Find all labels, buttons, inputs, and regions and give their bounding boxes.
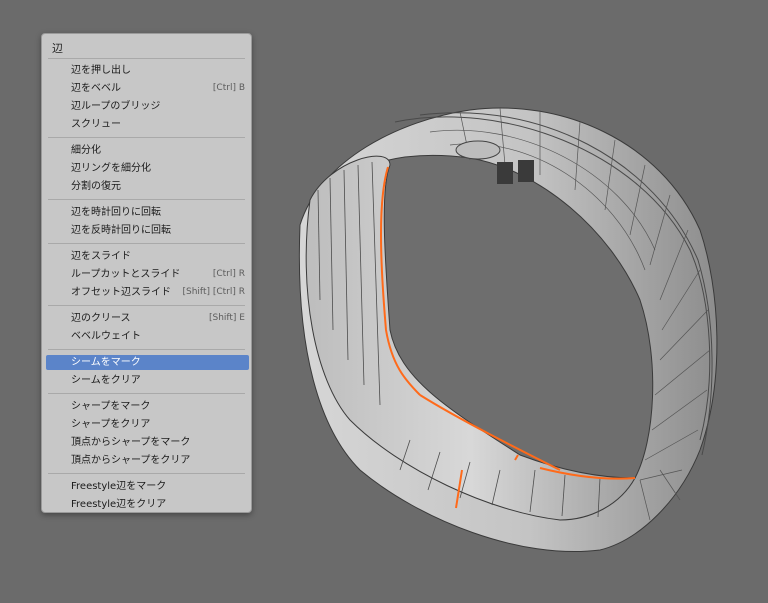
menu-item-label: 辺ループのブリッジ [71,101,161,112]
menu-separator [48,58,245,59]
menu-item-label: シームをクリア [71,375,141,386]
menu-item[interactable]: 辺を反時計回りに回転 [46,223,249,238]
menu-item[interactable]: スクリュー [46,117,249,132]
menu-item[interactable]: シャープをマーク [46,399,249,414]
menu-separator [48,243,245,244]
menu-item[interactable]: 細分化 [46,143,249,158]
menu-item[interactable]: 辺のクリース [Shift] E [46,311,249,326]
menu-item-label: 辺を反時計回りに回転 [71,225,171,236]
menu-item-shortcut: [Shift] [Ctrl] R [182,287,246,297]
menu-item-label: 辺を時計回りに回転 [71,207,161,218]
menu-item-label: オフセット辺スライド [71,287,171,298]
menu-item[interactable]: Freestyle辺をクリア [46,497,249,512]
menu-item-label: 辺のクリース [71,313,131,324]
menu-item[interactable]: 辺をベベル [Ctrl] B [46,81,249,96]
menu-item[interactable]: シームをマーク [46,355,249,370]
ring-mesh[interactable] [298,107,718,553]
menu-item[interactable]: 辺を押し出し [46,63,249,78]
menu-item[interactable]: 辺ループのブリッジ [46,99,249,114]
menu-item[interactable]: 頂点からシャープをマーク [46,435,249,450]
menu-item-label: シームをマーク [71,357,141,368]
menu-item[interactable]: 辺を時計回りに回転 [46,205,249,220]
menu-item-shortcut: [Ctrl] R [212,269,245,279]
menu-item-label: 頂点からシャープをマーク [71,437,191,448]
menu-item-label: ベベルウェイト [71,331,141,342]
menu-separator [48,305,245,306]
menu-separator [48,137,245,138]
menu-item-label: ループカットとスライド [71,269,181,280]
menu-item[interactable]: シャープをクリア [46,417,249,432]
menu-item-label: Freestyle辺をクリア [71,499,167,510]
menu-item-label: 辺をスライド [71,251,131,262]
menu-item[interactable]: ループカットとスライド [Ctrl] R [46,267,249,282]
menu-separator [48,199,245,200]
menu-item[interactable]: オフセット辺スライド [Shift] [Ctrl] R [46,285,249,300]
menu-item-label: 辺をベベル [71,83,121,94]
menu-item-label: Freestyle辺をマーク [71,481,167,492]
menu-item[interactable]: Freestyle辺をマーク [46,479,249,494]
menu-title: 辺 [52,42,63,55]
menu-item[interactable]: ベベルウェイト [46,329,249,344]
menu-separator [48,473,245,474]
menu-item[interactable]: 頂点からシャープをクリア [46,453,249,468]
menu-item-label: 頂点からシャープをクリア [71,455,191,466]
edge-context-menu: 辺 辺を押し出し 辺をベベル [Ctrl] B 辺ループのブリッジ スクリュー細分化辺リ… [41,33,252,513]
menu-item-shortcut: [Shift] E [208,313,245,323]
menu-item[interactable]: 分割の復元 [46,179,249,194]
menu-item[interactable]: 辺をスライド [46,249,249,264]
menu-item-label: 分割の復元 [71,181,121,192]
menu-item[interactable]: 辺リングを細分化 [46,161,249,176]
menu-item-shortcut: [Ctrl] B [212,83,245,93]
menu-item-label: シャープをクリア [71,419,151,430]
menu-item-label: 辺を押し出し [71,65,131,76]
menu-item-label: スクリュー [71,119,121,130]
menu-item-label: 辺リングを細分化 [71,163,151,174]
menu-separator [48,349,245,350]
menu-separator [48,393,245,394]
menu-item[interactable]: シームをクリア [46,373,249,388]
menu-item-label: 細分化 [71,145,101,156]
menu-item-label: シャープをマーク [71,401,151,412]
